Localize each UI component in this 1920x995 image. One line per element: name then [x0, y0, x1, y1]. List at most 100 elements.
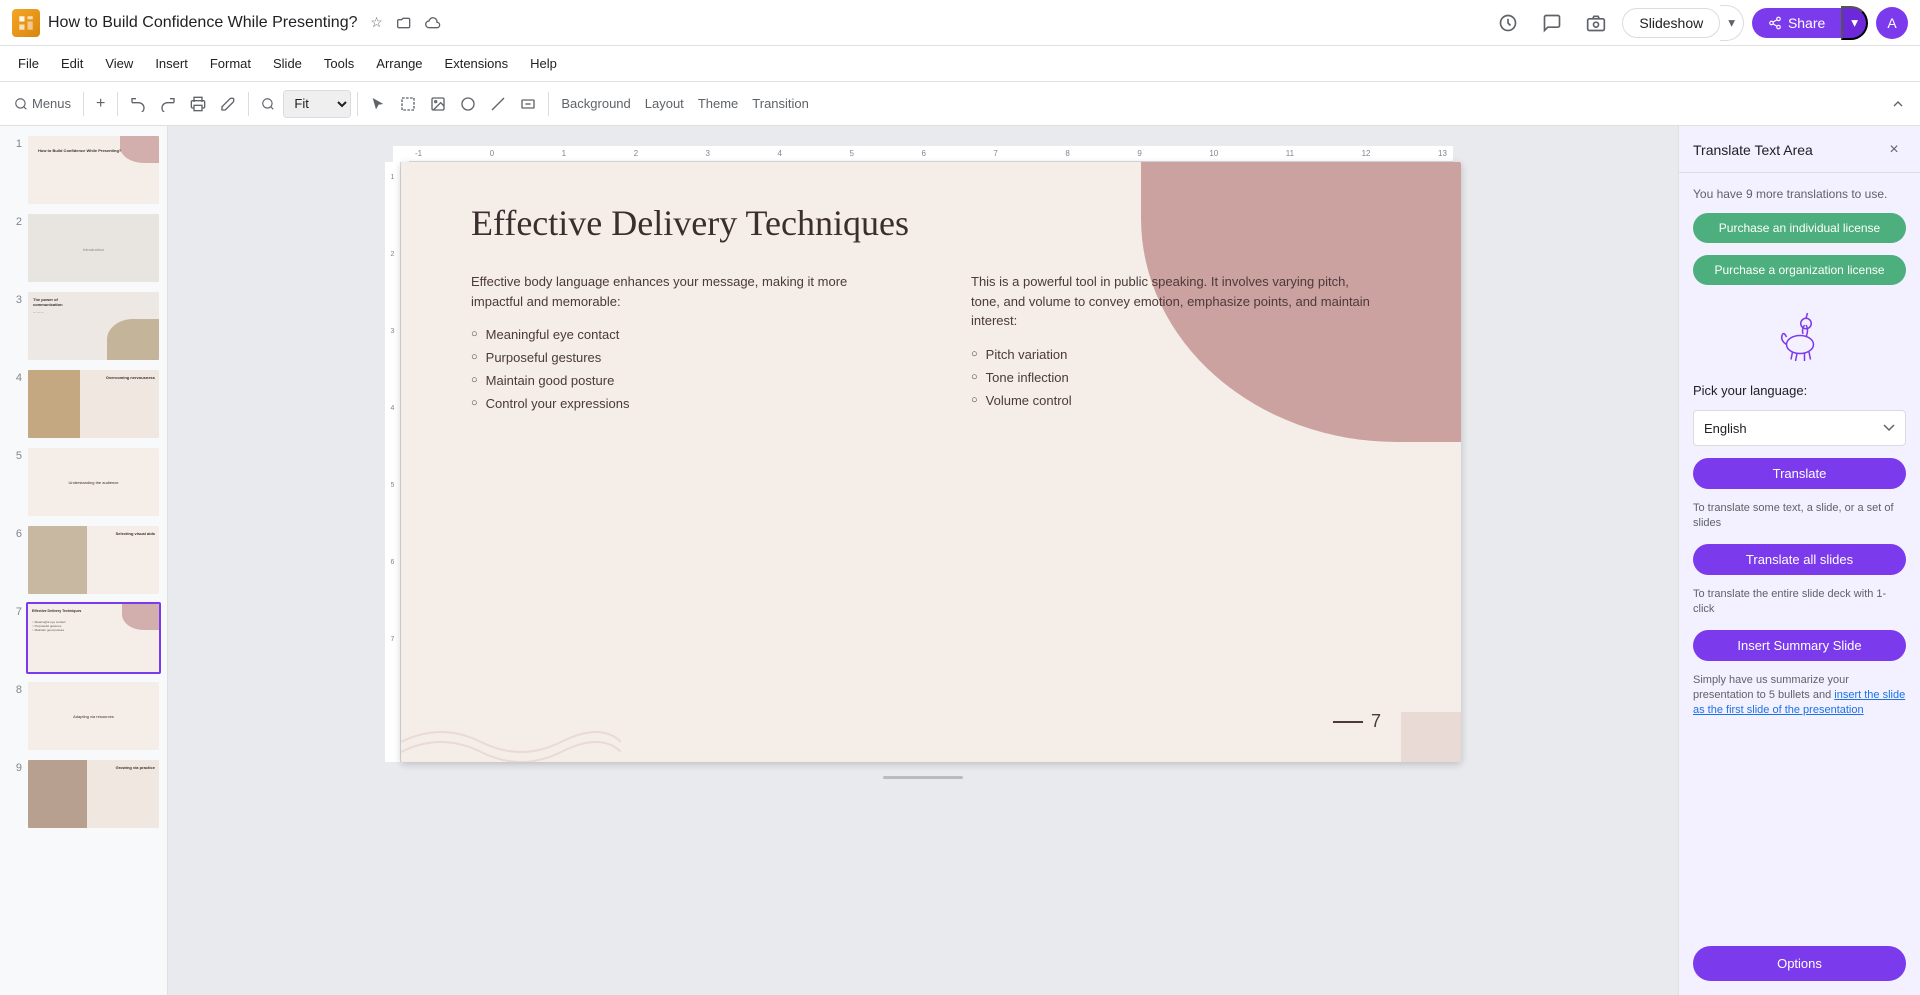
image-btn[interactable]: [424, 89, 452, 119]
share-button[interactable]: Share: [1752, 8, 1841, 38]
transition-label: Transition: [752, 96, 809, 111]
slide-num-6: 6: [6, 528, 22, 540]
undo-icon: [130, 96, 146, 112]
slide-thumb-7[interactable]: Effective Delivery Techniques ○ Meaningf…: [26, 602, 161, 674]
share-label: Share: [1788, 15, 1825, 31]
menu-tools[interactable]: Tools: [314, 52, 364, 75]
line-btn[interactable]: [484, 89, 512, 119]
translate-all-btn[interactable]: Translate all slides: [1693, 544, 1906, 575]
undo-btn[interactable]: [124, 89, 152, 119]
summary-note: Simply have us summarize your presentati…: [1693, 673, 1906, 719]
theme-btn[interactable]: Theme: [692, 89, 744, 119]
purchase-individual-btn[interactable]: Purchase an individual license: [1693, 213, 1906, 243]
slide-thumb-row-6: 6 Selecting visual aids: [6, 524, 161, 596]
menu-insert[interactable]: Insert: [145, 52, 198, 75]
translate-btn[interactable]: Translate: [1693, 458, 1906, 489]
doc-title: How to Build Confidence While Presenting…: [48, 14, 358, 32]
pick-language-label: Pick your language:: [1693, 383, 1906, 398]
layout-btn[interactable]: Layout: [639, 89, 690, 119]
page-number: 7: [1333, 711, 1381, 732]
search-menus-btn[interactable]: Menus: [8, 89, 77, 119]
share-dropdown[interactable]: ▾: [1841, 6, 1868, 40]
zoom-icon: [261, 97, 275, 111]
slide-canvas[interactable]: Effective Delivery Techniques Effective …: [401, 162, 1461, 762]
cursor-btn[interactable]: [364, 89, 392, 119]
main-area: 1 How to Build Confidence While Presenti…: [0, 126, 1920, 995]
transition-btn[interactable]: Transition: [746, 89, 815, 119]
print-btn[interactable]: [184, 89, 212, 119]
search-icon: [14, 97, 28, 111]
textbox-icon: [520, 96, 536, 112]
topbar-right: Slideshow ▾ Share ▾ A: [1490, 5, 1908, 41]
panel-close-button[interactable]: ×: [1882, 138, 1906, 162]
circle-icon: [460, 96, 476, 112]
line-icon: [490, 96, 506, 112]
cursor-icon: [370, 96, 386, 112]
menu-view[interactable]: View: [95, 52, 143, 75]
right-bullet-3: Volume control: [971, 393, 1381, 408]
slide-thumb-1[interactable]: How to Build Confidence While Presenting…: [26, 134, 161, 206]
avatar[interactable]: A: [1876, 7, 1908, 39]
slide-thumb-row-3: 3 The power ofcommunication — — —: [6, 290, 161, 362]
select-area-icon: [400, 96, 416, 112]
zoom-btn[interactable]: [255, 89, 281, 119]
slideshow-label: Slideshow: [1639, 15, 1703, 31]
cloud-icon[interactable]: [422, 12, 444, 34]
paint-icon: [220, 96, 236, 112]
textbox-btn[interactable]: [514, 89, 542, 119]
menu-help[interactable]: Help: [520, 52, 567, 75]
left-bullet-list: Meaningful eye contact Purposeful gestur…: [471, 327, 901, 411]
slideshow-dropdown[interactable]: ▾: [1720, 5, 1744, 41]
slide-thumb-5[interactable]: Understanding the audience: [26, 446, 161, 518]
translate-all-note: To translate the entire slide deck with …: [1693, 587, 1906, 618]
language-select[interactable]: English Spanish French German Chinese Ja…: [1693, 410, 1906, 446]
mascot-unicorn: [1770, 307, 1830, 367]
slide-thumb-row-1: 1 How to Build Confidence While Presenti…: [6, 134, 161, 206]
folder-icon[interactable]: [394, 12, 416, 34]
slide-right-col: This is a powerful tool in public speaki…: [971, 272, 1381, 416]
print-icon: [190, 96, 206, 112]
decoration-bottom-right: [1401, 712, 1461, 762]
panel-body: You have 9 more translations to use. Pur…: [1679, 173, 1920, 995]
background-btn[interactable]: Background: [555, 89, 636, 119]
slide-thumb-8[interactable]: Adapting via resources: [26, 680, 161, 752]
comment-icon[interactable]: [1534, 5, 1570, 41]
menu-format[interactable]: Format: [200, 52, 261, 75]
menu-arrange[interactable]: Arrange: [366, 52, 432, 75]
redo-icon: [160, 96, 176, 112]
insert-summary-btn[interactable]: Insert Summary Slide: [1693, 630, 1906, 661]
slide-thumb-3[interactable]: The power ofcommunication — — —: [26, 290, 161, 362]
menus-label: Menus: [32, 96, 71, 111]
slide-num-4: 4: [6, 372, 22, 384]
star-icon[interactable]: ☆: [366, 12, 388, 34]
slide-thumb-6[interactable]: Selecting visual aids: [26, 524, 161, 596]
canvas-area: -1012345678910111213 1234567 Effectiv: [168, 126, 1678, 995]
collapse-toolbar-btn[interactable]: [1884, 90, 1912, 118]
slide-thumb-9[interactable]: Growing via practice: [26, 758, 161, 830]
left-bullet-3: Maintain good posture: [471, 373, 901, 388]
slide-num-5: 5: [6, 450, 22, 462]
zoom-select[interactable]: Fit 50% 75% 100% 125% 150% 200%: [283, 90, 351, 118]
slide-thumb-2[interactable]: Introduction: [26, 212, 161, 284]
menu-extensions[interactable]: Extensions: [435, 52, 519, 75]
slideshow-button[interactable]: Slideshow: [1622, 8, 1720, 38]
options-btn[interactable]: Options: [1693, 946, 1906, 981]
menu-file[interactable]: File: [8, 52, 49, 75]
redo-btn[interactable]: [154, 89, 182, 119]
slide-thumb-4[interactable]: Overcoming nervousness: [26, 368, 161, 440]
purchase-org-btn[interactable]: Purchase a organization license: [1693, 255, 1906, 285]
circle-btn[interactable]: [454, 89, 482, 119]
menubar: File Edit View Insert Format Slide Tools…: [0, 46, 1920, 82]
menu-edit[interactable]: Edit: [51, 52, 93, 75]
background-label: Background: [561, 96, 630, 111]
topbar: How to Build Confidence While Presenting…: [0, 0, 1920, 46]
select-area-btn[interactable]: [394, 89, 422, 119]
slide-num-7: 7: [6, 606, 22, 618]
paint-btn[interactable]: [214, 89, 242, 119]
menu-slide[interactable]: Slide: [263, 52, 312, 75]
chevron-up-icon: [1890, 96, 1906, 112]
add-btn[interactable]: +: [90, 89, 111, 119]
history-icon[interactable]: [1490, 5, 1526, 41]
panel-header: Translate Text Area ×: [1679, 126, 1920, 173]
camera-icon[interactable]: [1578, 5, 1614, 41]
